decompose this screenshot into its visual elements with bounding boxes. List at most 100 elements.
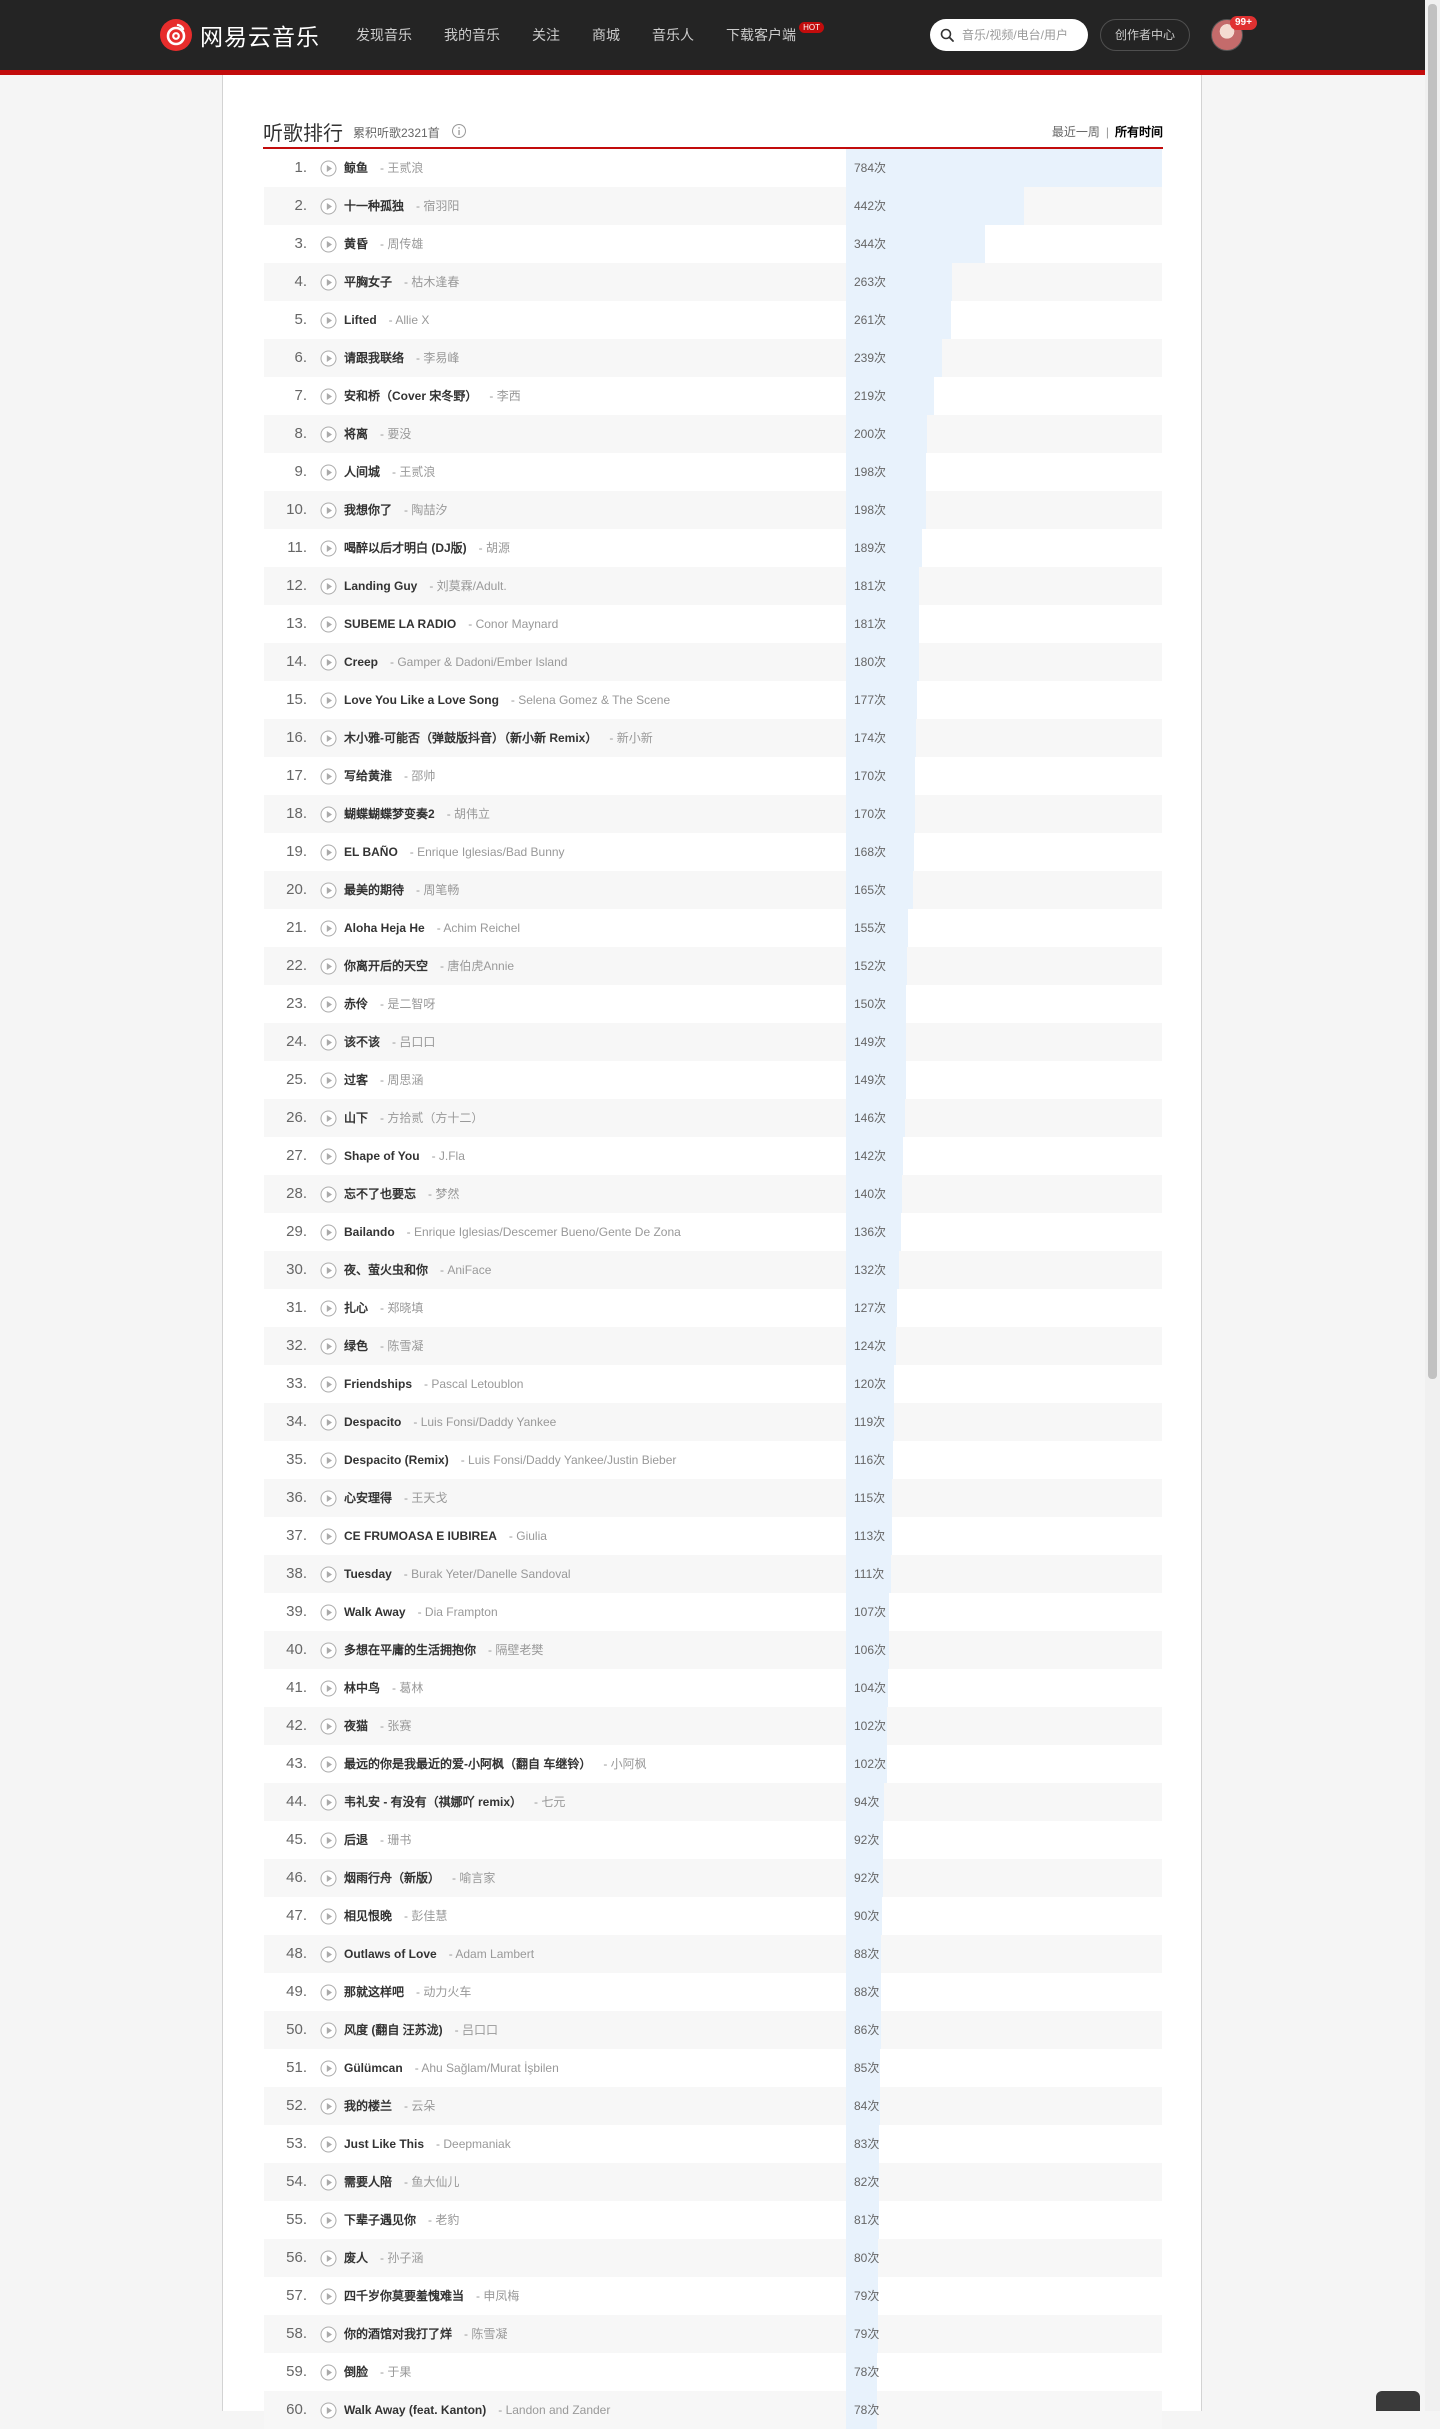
artist-link[interactable]: - Allie X (389, 313, 430, 327)
list-item[interactable]: 17. 写给黄淮 - 邵帅 170次 (264, 757, 1162, 795)
song-name-link[interactable]: Aloha Heja He (344, 921, 425, 935)
song-name-link[interactable]: 最美的期待 (344, 883, 404, 897)
artist-link[interactable]: - Enrique Iglesias/Bad Bunny (410, 845, 565, 859)
song-name-link[interactable]: 废人 (344, 2251, 368, 2265)
song-name-link[interactable]: 木小雅-可能否（弹鼓版抖音）（新小新 Remix） (344, 731, 597, 745)
artist-link[interactable]: - 老豹 (428, 2213, 459, 2227)
song-name-link[interactable]: 十一种孤独 (344, 199, 404, 213)
play-icon[interactable] (320, 2364, 337, 2381)
list-item[interactable]: 59. 倒脸 - 于果 78次 (264, 2353, 1162, 2391)
list-item[interactable]: 21. Aloha Heja He - Achim Reichel 155次 (264, 909, 1162, 947)
artist-link[interactable]: - 胡源 (479, 541, 510, 555)
list-item[interactable]: 37. CE FRUMOASA E IUBIREA - Giulia 113次 (264, 1517, 1162, 1555)
song-name-link[interactable]: 韦礼安 - 有没有（祺娜吖 remix） (344, 1795, 522, 1809)
artist-link[interactable]: - Adam Lambert (449, 1947, 534, 1961)
artist-link[interactable]: - Conor Maynard (468, 617, 558, 631)
play-icon[interactable] (320, 806, 337, 823)
artist-link[interactable]: - J.Fla (432, 1149, 465, 1163)
artist-link[interactable]: - 王天戈 (404, 1491, 447, 1505)
song-name-link[interactable]: 写给黄淮 (344, 769, 392, 783)
artist-link[interactable]: - 王贰浪 (392, 465, 435, 479)
song-name-link[interactable]: Just Like This (344, 2137, 424, 2151)
list-item[interactable]: 38. Tuesday - Burak Yeter/Danelle Sandoval… (264, 1555, 1162, 1593)
play-icon[interactable] (320, 1034, 337, 1051)
artist-link[interactable]: - 隔壁老樊 (488, 1643, 543, 1657)
artist-link[interactable]: - 葛林 (392, 1681, 423, 1695)
list-item[interactable]: 27. Shape of You - J.Fla 142次 (264, 1137, 1162, 1175)
nav-my-music[interactable]: 我的音乐 (428, 0, 516, 70)
list-item[interactable]: 57. 四千岁你莫要羞愧难当 - 申凤梅 79次 (264, 2277, 1162, 2315)
play-icon[interactable] (320, 1452, 337, 1469)
list-item[interactable]: 53. Just Like This - Deepmaniak 83次 (264, 2125, 1162, 2163)
artist-link[interactable]: - Landon and Zander (498, 2403, 610, 2417)
song-name-link[interactable]: 那就这样吧 (344, 1985, 404, 1999)
play-icon[interactable] (320, 1946, 337, 1963)
tab-recent-week[interactable]: 最近一周 (1052, 125, 1100, 139)
play-icon[interactable] (320, 1604, 337, 1621)
list-item[interactable]: 30. 夜、萤火虫和你 - AniFace 132次 (264, 1251, 1162, 1289)
artist-link[interactable]: - 要没 (380, 427, 411, 441)
play-icon[interactable] (320, 1186, 337, 1203)
song-name-link[interactable]: 夜、萤火虫和你 (344, 1263, 428, 1277)
mini-player-toggle[interactable] (1376, 2391, 1420, 2411)
song-name-link[interactable]: CE FRUMOASA E IUBIREA (344, 1529, 497, 1543)
song-name-link[interactable]: 请跟我联络 (344, 351, 404, 365)
scrollbar-thumb[interactable] (1428, 4, 1437, 1379)
nav-musician[interactable]: 音乐人 (636, 0, 710, 70)
artist-link[interactable]: - Ahu Sağlam/Murat İşbilen (415, 2061, 559, 2075)
artist-link[interactable]: - 新小新 (609, 731, 652, 745)
list-item[interactable]: 20. 最美的期待 - 周笔畅 165次 (264, 871, 1162, 909)
song-name-link[interactable]: 你的酒馆对我打了烊 (344, 2327, 452, 2341)
artist-link[interactable]: - 郑晓填 (380, 1301, 423, 1315)
play-icon[interactable] (320, 2060, 337, 2077)
artist-link[interactable]: - 陈雪凝 (380, 1339, 423, 1353)
artist-link[interactable]: - Burak Yeter/Danelle Sandoval (404, 1567, 571, 1581)
artist-link[interactable]: - 孙子涵 (380, 2251, 423, 2265)
play-icon[interactable] (320, 692, 337, 709)
play-icon[interactable] (320, 1490, 337, 1507)
play-icon[interactable] (320, 1832, 337, 1849)
tab-all-time[interactable]: 所有时间 (1115, 125, 1163, 139)
nav-download-client[interactable]: 下载客户端 HOT (710, 0, 824, 70)
play-icon[interactable] (320, 2288, 337, 2305)
play-icon[interactable] (320, 236, 337, 253)
song-name-link[interactable]: Outlaws of Love (344, 1947, 437, 1961)
artist-link[interactable]: - 周传雄 (380, 237, 423, 251)
nav-mall[interactable]: 商城 (576, 0, 636, 70)
artist-link[interactable]: - 陈雪凝 (464, 2327, 507, 2341)
song-name-link[interactable]: 需要人陪 (344, 2175, 392, 2189)
artist-link[interactable]: - Achim Reichel (437, 921, 520, 935)
artist-link[interactable]: - 枯木逢春 (404, 275, 459, 289)
list-item[interactable]: 44. 韦礼安 - 有没有（祺娜吖 remix） - 七元 94次 (264, 1783, 1162, 1821)
play-icon[interactable] (320, 388, 337, 405)
artist-link[interactable]: - 喻言家 (452, 1871, 495, 1885)
song-name-link[interactable]: 将离 (344, 427, 368, 441)
play-icon[interactable] (320, 1376, 337, 1393)
song-name-link[interactable]: Despacito (Remix) (344, 1453, 449, 1467)
song-name-link[interactable]: 人间城 (344, 465, 380, 479)
artist-link[interactable]: - Dia Frampton (418, 1605, 498, 1619)
song-name-link[interactable]: 我想你了 (344, 503, 392, 517)
artist-link[interactable]: - 小阿枫 (603, 1757, 646, 1771)
list-item[interactable]: 2. 十一种孤独 - 宿羽阳 442次 (264, 187, 1162, 225)
artist-link[interactable]: - 吕口口 (455, 2023, 498, 2037)
list-item[interactable]: 22. 你离开后的天空 - 唐伯虎Annie 152次 (264, 947, 1162, 985)
song-name-link[interactable]: 黄昏 (344, 237, 368, 251)
list-item[interactable]: 46. 烟雨行舟（新版） - 喻言家 92次 (264, 1859, 1162, 1897)
play-icon[interactable] (320, 844, 337, 861)
logo[interactable]: 网易云音乐 (160, 18, 320, 52)
song-name-link[interactable]: Walk Away (feat. Kanton) (344, 2403, 486, 2417)
play-icon[interactable] (320, 2136, 337, 2153)
song-name-link[interactable]: Friendships (344, 1377, 412, 1391)
list-item[interactable]: 12. Landing Guy - 刘莫霖/Adult. 181次 (264, 567, 1162, 605)
list-item[interactable]: 18. 蝴蝶蝴蝶梦变奏2 - 胡伟立 170次 (264, 795, 1162, 833)
artist-link[interactable]: - 是二智呀 (380, 997, 435, 1011)
play-icon[interactable] (320, 1110, 337, 1127)
list-item[interactable]: 19. EL BAÑO - Enrique Iglesias/Bad Bunny 16… (264, 833, 1162, 871)
artist-link[interactable]: - Deepmaniak (436, 2137, 511, 2151)
play-icon[interactable] (320, 1148, 337, 1165)
song-name-link[interactable]: 绿色 (344, 1339, 368, 1353)
song-name-link[interactable]: 该不该 (344, 1035, 380, 1049)
list-item[interactable]: 36. 心安理得 - 王天戈 115次 (264, 1479, 1162, 1517)
play-icon[interactable] (320, 1794, 337, 1811)
